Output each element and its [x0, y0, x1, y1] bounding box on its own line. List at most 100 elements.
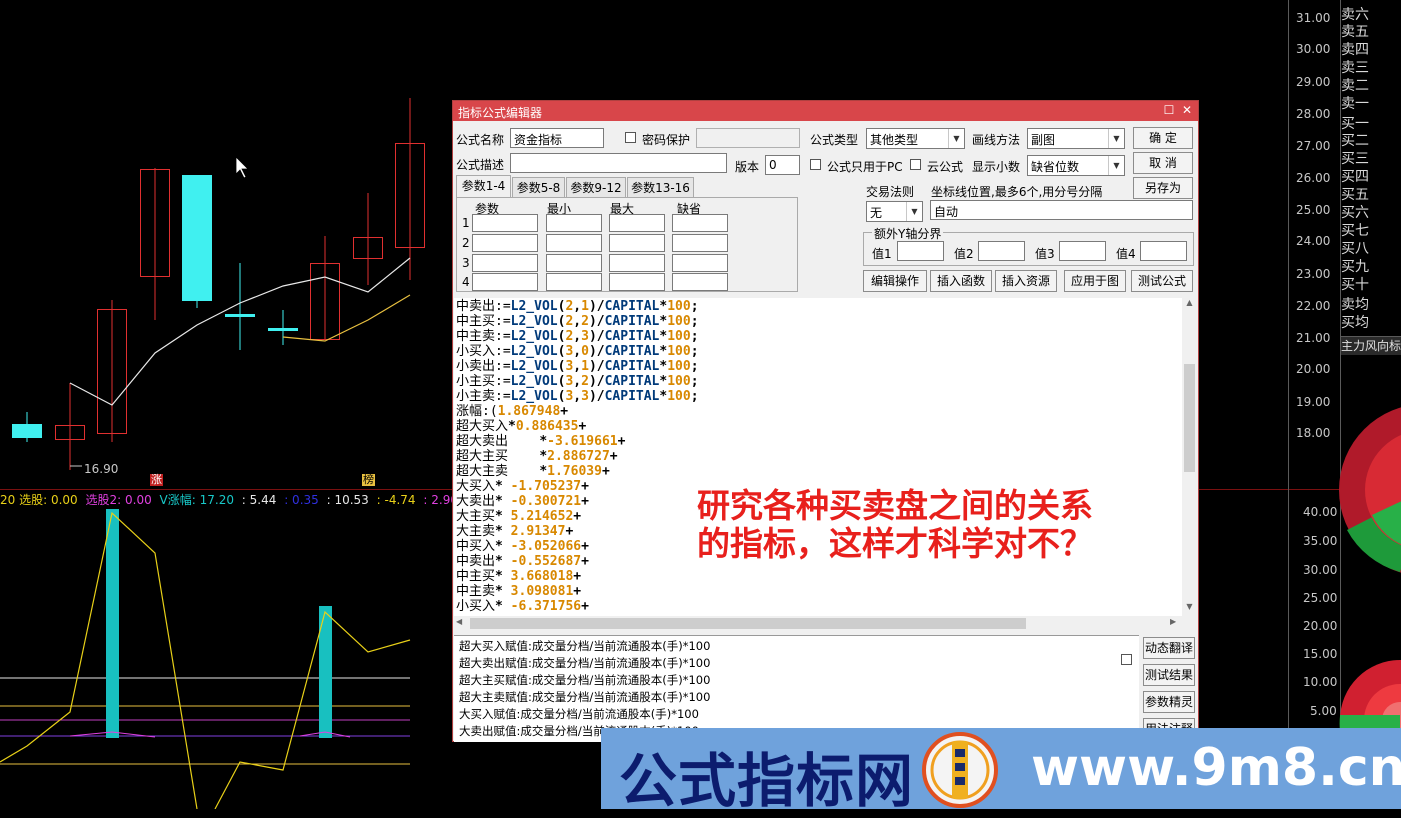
chevron-down-icon[interactable]: ▼ — [948, 129, 964, 148]
param-max-input[interactable] — [609, 214, 665, 232]
order-item[interactable]: 卖均 — [1341, 298, 1369, 313]
tab-params-13-16[interactable]: 参数13-16 — [627, 177, 694, 197]
price-tick: 19.00 — [1296, 395, 1331, 409]
order-item[interactable]: 买八 — [1341, 242, 1369, 257]
param-max-input[interactable] — [609, 234, 665, 252]
save-as-button[interactable]: 另存为 — [1133, 177, 1193, 199]
cancel-button[interactable]: 取 消 — [1133, 152, 1193, 174]
code-line: 超大买入*0.886435+ — [456, 419, 587, 434]
order-item[interactable]: 卖二 — [1341, 79, 1369, 94]
desc-input[interactable] — [510, 153, 727, 173]
pc-only-label: 公式只用于PC — [827, 160, 903, 174]
code-line: 小主买:=L2_VOL(3,2)/CAPITAL*100; — [456, 374, 699, 389]
order-item[interactable]: 卖一 — [1341, 97, 1369, 112]
desc-checkbox[interactable] — [1121, 654, 1132, 665]
password-checkbox[interactable] — [625, 132, 636, 143]
watermark-banner: 公式指标网 www.9m8.cn — [601, 728, 1401, 815]
indicator-tick: 10.00 — [1303, 675, 1338, 689]
desc-line: 大买入赋值:成交量分档/当前流通股本(手)*100 — [459, 707, 699, 721]
param-name-input[interactable] — [472, 234, 538, 252]
sub-legend: 20 选股: 0.00 选股2: 0.00 V涨幅: 17.20 : 5.44 … — [0, 491, 462, 508]
name-input[interactable]: 资金指标 — [510, 128, 604, 148]
val4-input[interactable] — [1140, 241, 1187, 261]
param-default-input[interactable] — [672, 273, 728, 291]
order-item[interactable]: 买九 — [1341, 260, 1369, 275]
order-item[interactable]: 买五 — [1341, 188, 1369, 203]
order-item[interactable]: 买一 — [1341, 117, 1369, 132]
param-wizard-button[interactable]: 参数精灵 — [1143, 691, 1195, 713]
version-input[interactable]: 0 — [765, 155, 800, 175]
param-max-input[interactable] — [609, 254, 665, 272]
function-desc-list[interactable]: 超大买入赋值:成交量分档/当前流通股本(手)*100 超大卖出赋值:成交量分档/… — [454, 635, 1139, 742]
order-item[interactable]: 买十 — [1341, 278, 1369, 293]
test-formula-button[interactable]: 测试公式 — [1131, 270, 1193, 292]
param-default-input[interactable] — [672, 214, 728, 232]
edit-ops-button[interactable]: 编辑操作 — [863, 270, 927, 292]
panel-title[interactable]: 主力风向标 — [1341, 336, 1401, 355]
password-input[interactable] — [696, 128, 800, 148]
param-min-input[interactable] — [546, 234, 602, 252]
code-hscrollbar[interactable]: ◀ ▶ — [454, 616, 1182, 631]
cloud-checkbox[interactable] — [910, 159, 921, 170]
code-line: 中买入* -3.052066+ — [456, 539, 589, 554]
param-min-input[interactable] — [546, 273, 602, 291]
order-item[interactable]: 买三 — [1341, 152, 1369, 167]
ok-button[interactable]: 确 定 — [1133, 127, 1193, 149]
scroll-up-icon[interactable]: ▲ — [1182, 298, 1197, 307]
decimals-select[interactable]: 缺省位数 ▼ — [1027, 155, 1125, 176]
password-label: 密码保护 — [642, 133, 691, 147]
code-editor[interactable]: 中卖出:=L2_VOL(2,1)/CAPITAL*100; 中主买:=L2_VOL… — [454, 298, 1182, 616]
order-item[interactable]: 买四 — [1341, 170, 1369, 185]
order-item[interactable]: 卖六 — [1341, 8, 1369, 23]
price-tick: 22.00 — [1296, 299, 1331, 313]
code-vscrollbar[interactable]: ▲ ▼ — [1182, 298, 1197, 616]
type-select[interactable]: 其他类型 ▼ — [866, 128, 965, 149]
order-item[interactable]: 买六 — [1341, 206, 1369, 221]
maximize-icon[interactable]: ☐ — [1161, 102, 1177, 118]
test-result-button[interactable]: 测试结果 — [1143, 664, 1195, 686]
chevron-down-icon[interactable]: ▼ — [906, 202, 922, 221]
chevron-down-icon[interactable]: ▼ — [1108, 156, 1124, 175]
trade-rule-select[interactable]: 无 ▼ — [866, 201, 923, 222]
order-item[interactable]: 买二 — [1341, 134, 1369, 149]
param-default-input[interactable] — [672, 234, 728, 252]
price-tick: 23.00 — [1296, 267, 1331, 281]
order-item[interactable]: 买均 — [1341, 316, 1369, 331]
apply-to-chart-button[interactable]: 应用于图 — [1064, 270, 1126, 292]
val1-input[interactable] — [897, 241, 944, 261]
scroll-thumb[interactable] — [1184, 364, 1195, 472]
param-name-input[interactable] — [472, 214, 538, 232]
insert-resource-button[interactable]: 插入资源 — [995, 270, 1057, 292]
tab-params-5-8[interactable]: 参数5-8 — [512, 177, 565, 197]
param-min-input[interactable] — [546, 254, 602, 272]
tab-params-9-12[interactable]: 参数9-12 — [566, 177, 626, 197]
order-item[interactable]: 卖四 — [1341, 43, 1369, 58]
scroll-right-icon[interactable]: ▶ — [1170, 617, 1176, 626]
extra-y-label: 额外Y轴分界 — [872, 225, 944, 242]
code-line: 小买入:=L2_VOL(3,0)/CAPITAL*100; — [456, 344, 699, 359]
order-item[interactable]: 买七 — [1341, 224, 1369, 239]
close-icon[interactable]: ✕ — [1179, 102, 1195, 118]
order-item[interactable]: 卖三 — [1341, 61, 1369, 76]
val2-input[interactable] — [978, 241, 1025, 261]
chevron-down-icon[interactable]: ▼ — [1108, 129, 1124, 148]
dynamic-translate-button[interactable]: 动态翻译 — [1143, 637, 1195, 659]
param-default-input[interactable] — [672, 254, 728, 272]
scroll-down-icon[interactable]: ▼ — [1182, 602, 1197, 611]
hscroll-thumb[interactable] — [470, 618, 1026, 629]
pc-only-checkbox[interactable] — [810, 159, 821, 170]
coord-input[interactable]: 自动 — [930, 200, 1193, 220]
param-name-input[interactable] — [472, 273, 538, 291]
param-name-input[interactable] — [472, 254, 538, 272]
scroll-left-icon[interactable]: ◀ — [456, 617, 462, 626]
param-max-input[interactable] — [609, 273, 665, 291]
order-item[interactable]: 卖五 — [1341, 25, 1369, 40]
indicator-tick: 25.00 — [1303, 591, 1338, 605]
param-row-number: 2 — [462, 236, 470, 250]
dialog-titlebar[interactable]: 指标公式编辑器 ☐ ✕ — [453, 101, 1198, 121]
insert-function-button[interactable]: 插入函数 — [930, 270, 992, 292]
val3-input[interactable] — [1059, 241, 1106, 261]
tab-params-1-4[interactable]: 参数1-4 — [456, 175, 511, 197]
draw-select[interactable]: 副图 ▼ — [1027, 128, 1125, 149]
param-min-input[interactable] — [546, 214, 602, 232]
